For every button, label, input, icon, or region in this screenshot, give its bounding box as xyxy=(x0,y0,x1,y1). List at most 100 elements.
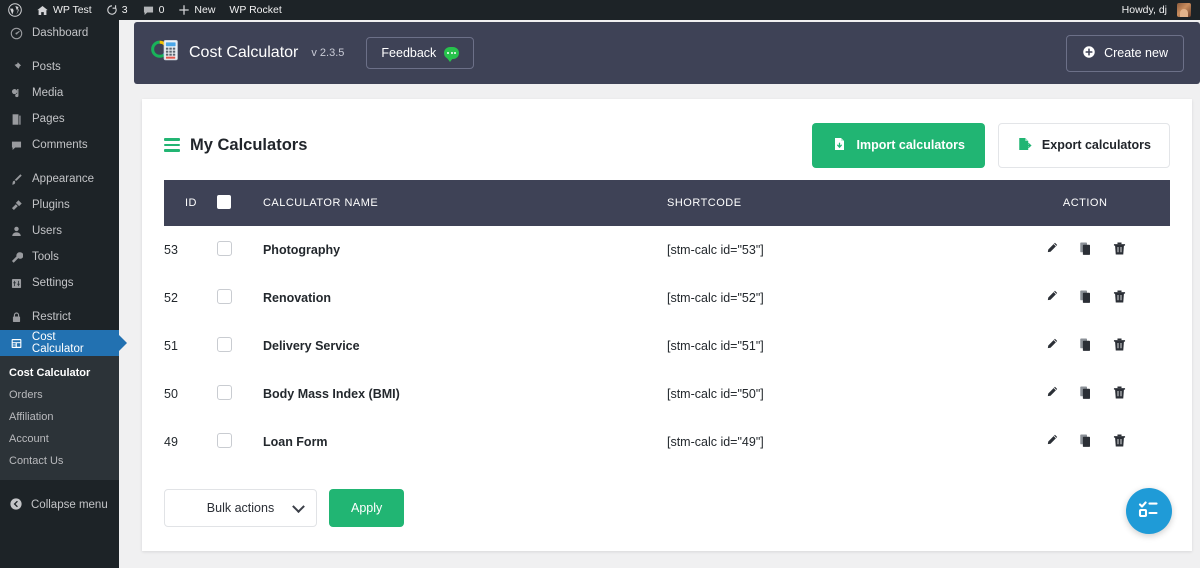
cell-calculator-name[interactable]: Photography xyxy=(262,226,667,275)
wp-admin-screen: WP Test 3 0 New WP Rocket Howdy, dj Dash… xyxy=(0,0,1200,568)
wp-rocket-menu[interactable]: WP Rocket xyxy=(222,0,288,20)
create-new-button[interactable]: Create new xyxy=(1066,34,1184,72)
sidebar-label-settings: Settings xyxy=(32,277,74,289)
export-calculators-label: Export calculators xyxy=(1041,138,1151,152)
plugin-title: Cost Calculator xyxy=(189,44,299,61)
my-account-menu[interactable]: Howdy, dj xyxy=(1115,0,1200,20)
sidebar-item-cost-calculator[interactable]: Cost Calculator xyxy=(0,330,119,356)
home-icon xyxy=(36,4,49,17)
collapse-arrow-icon xyxy=(9,497,23,514)
comments-icon xyxy=(9,139,24,152)
duplicate-icon[interactable] xyxy=(1078,433,1093,448)
submenu-item-cost-calculator[interactable]: Cost Calculator xyxy=(0,362,119,384)
cell-calculator-name[interactable]: Renovation xyxy=(262,274,667,323)
comments-count: 0 xyxy=(158,4,165,16)
sidebar-label-pages: Pages xyxy=(32,113,65,125)
table-row: 52 Renovation [stm-calc id="52"] xyxy=(164,274,1170,323)
delete-icon[interactable] xyxy=(1112,433,1127,448)
edit-icon[interactable] xyxy=(1044,337,1059,352)
updates-menu[interactable]: 3 xyxy=(99,0,135,20)
cell-id: 50 xyxy=(164,370,217,419)
comments-menu[interactable]: 0 xyxy=(135,0,172,20)
sidebar-label-dashboard: Dashboard xyxy=(32,27,89,39)
updates-count: 3 xyxy=(121,4,128,16)
sidebar-item-dashboard[interactable]: Dashboard xyxy=(0,20,119,46)
sidebar-item-settings[interactable]: Settings xyxy=(0,270,119,296)
collapse-menu-label: Collapse menu xyxy=(31,499,108,511)
cell-select xyxy=(216,322,263,371)
sidebar-item-plugins[interactable]: Plugins xyxy=(0,192,119,218)
feedback-button[interactable]: Feedback xyxy=(366,37,475,69)
delete-icon[interactable] xyxy=(1112,337,1127,352)
brand: Cost Calculator v 2.3.5 xyxy=(150,37,344,70)
edit-icon[interactable] xyxy=(1044,241,1059,256)
cell-calculator-name[interactable]: Body Mass Index (BMI) xyxy=(262,370,667,419)
sidebar-item-posts[interactable]: Posts xyxy=(0,54,119,80)
table-row: 49 Loan Form [stm-calc id="49"] xyxy=(164,418,1170,467)
duplicate-icon[interactable] xyxy=(1078,241,1093,256)
plus-icon xyxy=(178,4,190,16)
sidebar-label-appearance: Appearance xyxy=(32,173,95,185)
submenu-item-orders[interactable]: Orders xyxy=(0,384,119,406)
duplicate-icon[interactable] xyxy=(1078,385,1093,400)
sidebar-item-restrict[interactable]: Restrict xyxy=(0,304,119,330)
cell-actions xyxy=(1000,418,1170,467)
row-checkbox[interactable] xyxy=(216,240,232,256)
card-header: My Calculators Import calculators Export… xyxy=(142,99,1192,169)
duplicate-icon[interactable] xyxy=(1078,337,1093,352)
calculator-menu-icon xyxy=(9,337,24,350)
cell-select xyxy=(216,418,263,467)
sidebar-item-pages[interactable]: Pages xyxy=(0,106,119,132)
sidebar-item-media[interactable]: Media xyxy=(0,80,119,106)
delete-icon[interactable] xyxy=(1112,289,1127,304)
cell-id: 52 xyxy=(164,274,217,323)
duplicate-icon[interactable] xyxy=(1078,289,1093,304)
table-body: 53 Photography [stm-calc id="53"] 52 Renovat… xyxy=(164,226,1170,467)
bulk-actions-select[interactable]: Bulk actions xyxy=(164,488,317,527)
select-all-checkbox[interactable] xyxy=(216,194,231,209)
cell-calculator-name[interactable]: Delivery Service xyxy=(262,322,667,371)
sidebar-label-cost-calculator: Cost Calculator xyxy=(31,331,84,355)
cell-calculator-name[interactable]: Loan Form xyxy=(262,418,667,467)
submenu-item-contact-us[interactable]: Contact Us xyxy=(0,450,119,472)
collapse-menu-button[interactable]: Collapse menu xyxy=(0,490,119,520)
submenu-item-affiliation[interactable]: Affiliation xyxy=(0,406,119,428)
row-checkbox[interactable] xyxy=(216,433,232,448)
cell-select xyxy=(216,226,263,275)
sidebar-label-tools: Tools xyxy=(32,251,59,263)
new-content-menu[interactable]: New xyxy=(171,0,222,20)
delete-icon[interactable] xyxy=(1112,241,1127,256)
support-fab-button[interactable] xyxy=(1126,488,1172,534)
row-checkbox[interactable] xyxy=(216,337,232,352)
apply-button[interactable]: Apply xyxy=(329,488,405,527)
submenu-item-account[interactable]: Account xyxy=(0,428,119,450)
dashboard-icon xyxy=(9,27,24,40)
cell-actions xyxy=(1000,370,1170,419)
plug-icon xyxy=(9,199,24,212)
edit-icon[interactable] xyxy=(1044,385,1059,400)
wordpress-logo-menu[interactable] xyxy=(0,0,29,20)
row-checkbox[interactable] xyxy=(216,289,232,304)
edit-icon[interactable] xyxy=(1044,289,1059,304)
import-calculators-button[interactable]: Import calculators xyxy=(811,122,985,168)
cell-actions xyxy=(1000,322,1170,371)
delete-icon[interactable] xyxy=(1112,385,1127,400)
updates-icon xyxy=(106,4,118,16)
new-label: New xyxy=(194,4,216,16)
cell-select xyxy=(216,274,263,323)
cell-shortcode: [stm-calc id="51"] xyxy=(666,322,1001,371)
site-name-menu[interactable]: WP Test xyxy=(29,0,99,20)
row-checkbox[interactable] xyxy=(216,385,232,400)
lock-icon xyxy=(9,311,24,324)
export-calculators-button[interactable]: Export calculators xyxy=(997,122,1170,168)
sidebar-item-comments[interactable]: Comments xyxy=(0,132,119,158)
edit-icon[interactable] xyxy=(1044,433,1059,448)
column-header-select-all xyxy=(216,180,263,226)
chevron-down-icon xyxy=(292,499,305,513)
sidebar-item-tools[interactable]: Tools xyxy=(0,244,119,270)
sidebar-item-users[interactable]: Users xyxy=(0,218,119,244)
sidebar-item-appearance[interactable]: Appearance xyxy=(0,166,119,192)
page-title: My Calculators xyxy=(164,136,307,155)
cell-actions xyxy=(1000,226,1170,275)
column-header-name: CALCULATOR NAME xyxy=(262,197,379,209)
